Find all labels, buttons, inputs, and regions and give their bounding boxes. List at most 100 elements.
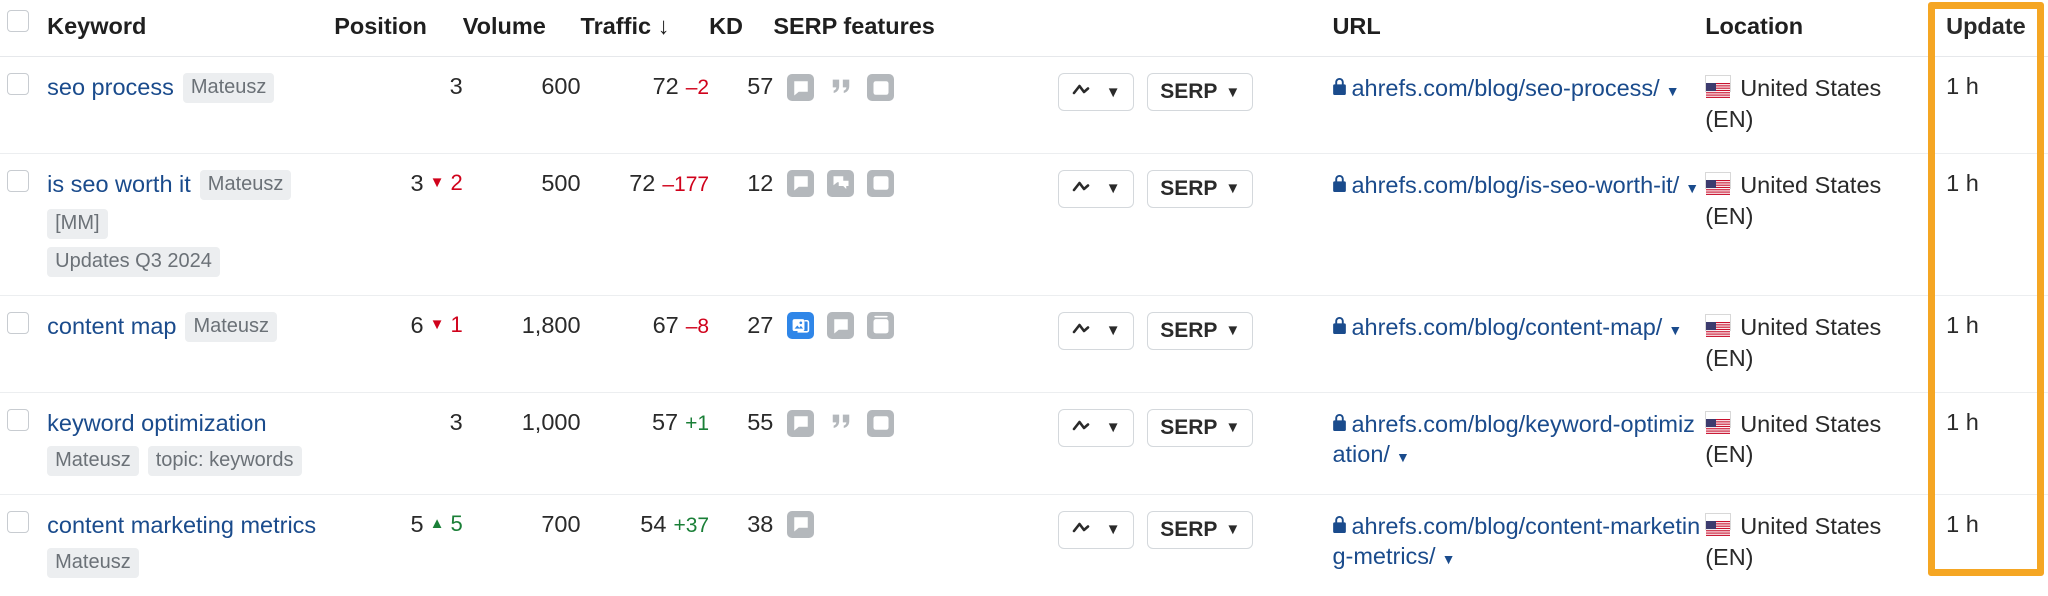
table-row[interactable]: content mapMateusz6▼11,80067–827?▼SERP▼a… xyxy=(0,295,2048,392)
quotes-icon[interactable] xyxy=(827,409,854,440)
volume-value: 500 xyxy=(541,170,580,196)
chevron-down-icon[interactable]: ▼ xyxy=(1666,83,1680,99)
volume-value: 700 xyxy=(541,511,580,537)
keyword-tag[interactable]: Mateusz xyxy=(183,73,275,103)
row-checkbox[interactable] xyxy=(7,312,29,334)
video-icon[interactable] xyxy=(867,74,894,103)
table-row[interactable]: is seo worth it Mateusz [MM] Updates Q3 202… xyxy=(0,153,2048,295)
url-link[interactable]: ahrefs.com/blog/content-marketing-metric… xyxy=(1332,513,1700,570)
row-actions-cell: ▼ SERP▼ xyxy=(1058,494,1332,596)
row-checkbox[interactable] xyxy=(7,409,29,431)
chevron-down-icon: ▼ xyxy=(1106,420,1121,435)
serp-button[interactable]: SERP▼ xyxy=(1147,511,1253,549)
traffic-cell: 72–2 xyxy=(581,57,710,154)
svg-text:?: ? xyxy=(798,417,803,426)
position-up-arrow-icon: ▲ xyxy=(430,516,445,531)
faq-icon[interactable]: ? xyxy=(787,170,814,199)
chevron-down-icon[interactable]: ▼ xyxy=(1668,322,1682,338)
row-select-cell xyxy=(0,153,47,295)
serp-button-label: SERP xyxy=(1160,319,1217,343)
chevron-down-icon[interactable]: ▼ xyxy=(1685,180,1699,196)
faq-icon[interactable]: ? xyxy=(827,312,854,341)
volume-value: 1,800 xyxy=(522,312,581,338)
serp-button[interactable]: SERP▼ xyxy=(1147,170,1253,208)
chevron-down-icon: ▼ xyxy=(1106,522,1121,537)
url-link[interactable]: ahrefs.com/blog/keyword-optimization/ xyxy=(1332,411,1695,468)
table-row[interactable]: seo processMateusz360072–257?▼SERP▼ahref… xyxy=(0,57,2048,154)
keyword-tag[interactable]: Mateusz xyxy=(185,312,277,342)
position-history-chart-button[interactable]: ▼ xyxy=(1058,312,1134,350)
keyword-link[interactable]: keyword optimization xyxy=(47,409,266,438)
column-header-update[interactable]: Update xyxy=(1930,0,2048,57)
faq-icon[interactable]: ? xyxy=(787,511,814,540)
url-cell: ahrefs.com/blog/is-seo-worth-it/ ▼ xyxy=(1332,153,1705,295)
video-carousel-icon[interactable] xyxy=(867,312,894,342)
row-checkbox[interactable] xyxy=(7,170,29,192)
url-link[interactable]: ahrefs.com/blog/seo-process/ xyxy=(1351,75,1659,101)
kd-value: 57 xyxy=(747,73,773,99)
kd-cell: 57 xyxy=(709,57,773,154)
serp-button-label: SERP xyxy=(1160,80,1217,104)
location-cell: United States (EN) xyxy=(1705,295,1930,392)
table-row[interactable]: keyword optimization Mateusz topic: keywor… xyxy=(0,392,2048,494)
table-body: seo processMateusz360072–257?▼SERP▼ahref… xyxy=(0,57,2048,596)
lock-icon xyxy=(1332,513,1347,539)
quotes-icon[interactable] xyxy=(827,73,854,104)
volume-cell: 500 xyxy=(463,153,581,295)
discussions-icon[interactable] xyxy=(827,170,854,199)
video-icon[interactable] xyxy=(867,410,894,439)
position-history-chart-button[interactable]: ▼ xyxy=(1058,511,1134,549)
column-header-position[interactable]: Position xyxy=(334,0,463,57)
chevron-down-icon[interactable]: ▼ xyxy=(1442,551,1456,567)
row-checkbox[interactable] xyxy=(7,511,29,533)
location-cell: United States (EN) xyxy=(1705,494,1930,596)
column-header-kd[interactable]: KD xyxy=(709,0,773,57)
keyword-tag[interactable]: topic: keywords xyxy=(148,446,302,476)
keyword-tag[interactable]: Mateusz xyxy=(47,446,139,476)
row-actions-cell: ▼ SERP▼ xyxy=(1058,153,1332,295)
faq-icon[interactable]: ? xyxy=(787,74,814,103)
column-header-serp-features[interactable]: SERP features xyxy=(773,0,1058,57)
location-label: United States (EN) xyxy=(1705,411,1881,468)
location-cell: United States (EN) xyxy=(1705,153,1930,295)
chevron-down-icon: ▼ xyxy=(1225,323,1240,338)
serp-features-cell: ? xyxy=(773,153,1058,295)
image-pack-icon[interactable] xyxy=(787,312,814,341)
keyword-link[interactable]: is seo worth it xyxy=(47,170,191,199)
update-value: 1 h xyxy=(1930,170,1979,196)
traffic-value: 72 xyxy=(653,73,679,100)
url-cell: ahrefs.com/blog/content-map/ ▼ xyxy=(1332,295,1705,392)
chevron-down-icon[interactable]: ▼ xyxy=(1396,449,1410,465)
update-cell: 1 h xyxy=(1930,494,2048,596)
column-header-url[interactable]: URL xyxy=(1332,0,1705,57)
video-icon[interactable] xyxy=(867,170,894,199)
traffic-value: 54 xyxy=(640,511,666,538)
url-link[interactable]: ahrefs.com/blog/is-seo-worth-it/ xyxy=(1351,172,1679,198)
volume-value: 1,000 xyxy=(522,409,581,435)
position-value: 6 xyxy=(411,312,424,339)
keyword-tag[interactable]: [MM] xyxy=(47,209,107,239)
position-history-chart-button[interactable]: ▼ xyxy=(1058,170,1134,208)
keyword-tag[interactable]: Updates Q3 2024 xyxy=(47,247,220,277)
column-header-location[interactable]: Location xyxy=(1705,0,1930,57)
chevron-down-icon: ▼ xyxy=(1225,420,1240,435)
position-history-chart-button[interactable]: ▼ xyxy=(1058,73,1134,111)
position-history-chart-button[interactable]: ▼ xyxy=(1058,409,1134,447)
keyword-link[interactable]: content marketing metrics xyxy=(47,511,316,540)
row-checkbox[interactable] xyxy=(7,73,29,95)
keyword-tag[interactable]: Mateusz xyxy=(200,170,292,200)
column-header-keyword[interactable]: Keyword xyxy=(47,0,334,57)
column-header-volume[interactable]: Volume xyxy=(463,0,581,57)
select-all-checkbox[interactable] xyxy=(7,10,29,32)
keyword-tag[interactable]: Mateusz xyxy=(47,548,139,578)
column-header-traffic[interactable]: Traffic ↓ xyxy=(581,0,710,57)
keyword-link[interactable]: seo process xyxy=(47,73,174,102)
serp-button[interactable]: SERP▼ xyxy=(1147,409,1253,447)
url-link[interactable]: ahrefs.com/blog/content-map/ xyxy=(1351,314,1662,340)
position-delta: 1 xyxy=(450,312,462,338)
serp-button[interactable]: SERP▼ xyxy=(1147,73,1253,111)
keyword-link[interactable]: content map xyxy=(47,312,176,341)
faq-icon[interactable]: ? xyxy=(787,410,814,439)
serp-button[interactable]: SERP ▼ xyxy=(1147,312,1253,350)
table-row[interactable]: content marketing metricsMateusz5▲570054… xyxy=(0,494,2048,596)
